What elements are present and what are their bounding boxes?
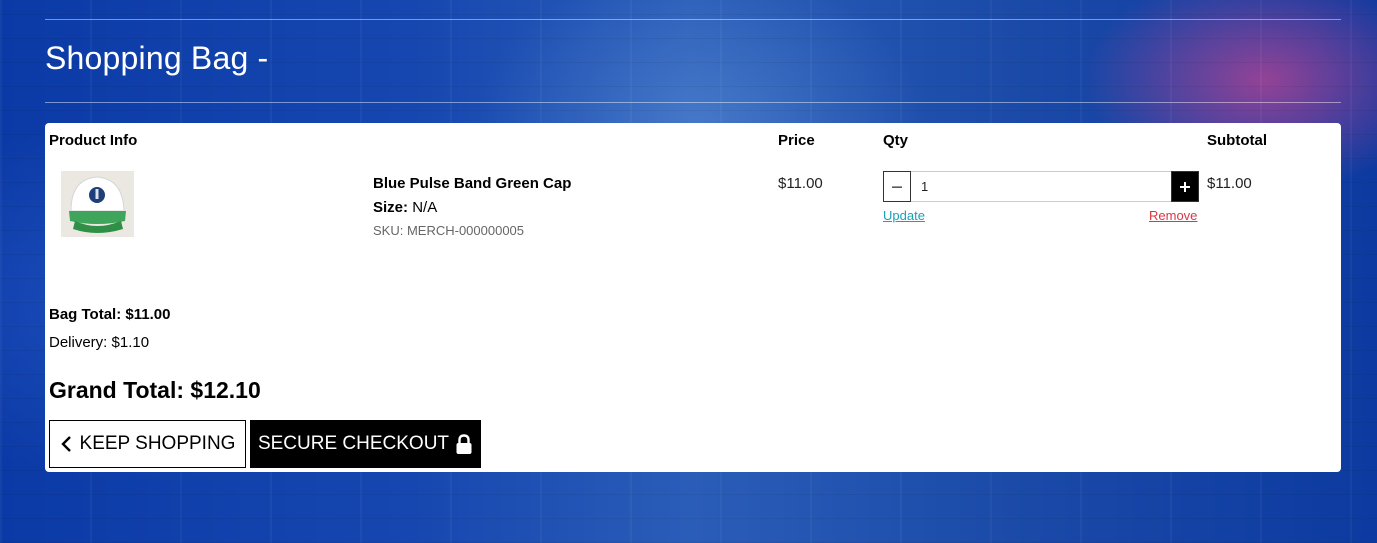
grand-total: Grand Total: $12.10	[49, 377, 261, 403]
size-value: N/A	[412, 199, 438, 216]
shopping-bag-panel: Product Info Price Qty Subtotal Blue Pul…	[45, 123, 1341, 472]
minus-icon	[891, 181, 903, 193]
remove-link[interactable]: Remove	[1149, 208, 1197, 223]
keep-shopping-button[interactable]: KEEP SHOPPING	[49, 420, 246, 468]
header-price: Price	[778, 132, 815, 149]
secure-checkout-label: SECURE CHECKOUT	[257, 433, 450, 454]
decrement-button[interactable]	[883, 171, 911, 202]
green-trucker-cap-image	[61, 171, 134, 237]
page-title: Shopping Bag -	[45, 40, 269, 76]
header-product-info: Product Info	[49, 132, 138, 149]
header-divider-top	[45, 19, 1341, 20]
product-sku: SKU: MERCH-000000005	[373, 223, 525, 238]
increment-button[interactable]	[1171, 171, 1199, 202]
product-size: Size: N/A	[373, 199, 437, 216]
header-qty: Qty	[883, 132, 909, 149]
plus-icon	[1179, 181, 1191, 193]
update-link[interactable]: Update	[883, 208, 925, 223]
product-subtotal: $11.00	[1207, 175, 1252, 192]
product-name: Blue Pulse Band Green Cap	[373, 175, 572, 192]
header-divider-bottom	[45, 102, 1341, 103]
chevron-left-icon	[60, 435, 72, 453]
quantity-stepper	[883, 171, 1199, 202]
secure-checkout-button[interactable]: SECURE CHECKOUT	[250, 420, 481, 468]
bag-total: Bag Total: $11.00	[49, 306, 171, 323]
product-price: $11.00	[778, 175, 823, 192]
delivery-cost: Delivery: $1.10	[49, 334, 150, 351]
lock-icon	[455, 433, 473, 455]
size-label: Size:	[373, 199, 409, 216]
header-subtotal: Subtotal	[1207, 132, 1267, 149]
keep-shopping-label: KEEP SHOPPING	[79, 433, 236, 454]
quantity-input[interactable]	[911, 171, 1171, 202]
product-image	[61, 171, 134, 237]
